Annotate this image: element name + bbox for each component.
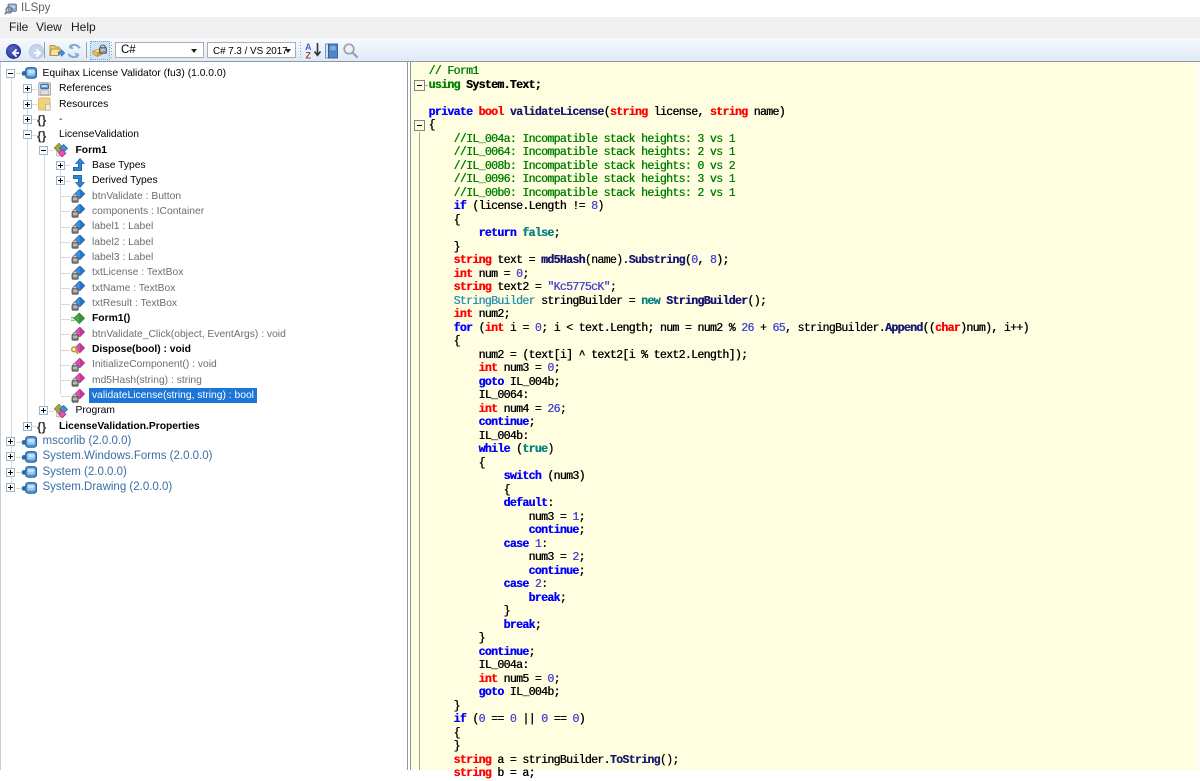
svg-text:Z: Z: [306, 51, 312, 60]
